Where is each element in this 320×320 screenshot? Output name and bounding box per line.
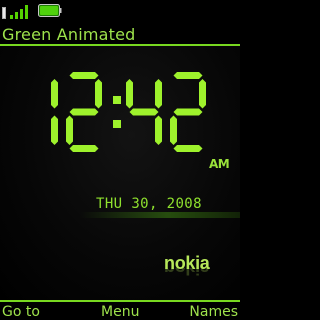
clock-segment-d bbox=[173, 145, 203, 152]
battery-icon bbox=[38, 4, 62, 17]
clock-digits bbox=[51, 72, 206, 152]
app-title: Green Animated bbox=[2, 25, 136, 44]
date-glow bbox=[80, 212, 240, 218]
goto-softkey[interactable]: Go to bbox=[2, 304, 40, 320]
digital-clock bbox=[22, 72, 212, 152]
signal-strength-icon bbox=[2, 5, 28, 19]
clock-segment-g bbox=[129, 108, 159, 116]
clock-segment-g bbox=[69, 108, 99, 116]
clock-segment-b bbox=[155, 79, 162, 109]
menu-softkey[interactable]: Menu bbox=[101, 304, 139, 320]
clock-segment-b bbox=[95, 79, 102, 109]
clock-segment-f bbox=[126, 79, 133, 109]
names-softkey[interactable]: Names bbox=[189, 304, 238, 320]
clock-colon-dot bbox=[113, 96, 121, 104]
am-pm-indicator: AM bbox=[209, 157, 230, 171]
title-bar: Green Animated bbox=[0, 24, 240, 46]
softkey-bar: Go to Menu Names bbox=[0, 300, 240, 320]
clock-segment-d bbox=[69, 145, 99, 152]
clock-segment-e bbox=[170, 115, 177, 145]
clock-segment-g bbox=[173, 108, 203, 116]
clock-segment-e bbox=[66, 115, 73, 145]
nokia-logo-reflection: nokia bbox=[164, 268, 210, 278]
date-label: THU 30, 2008 bbox=[96, 196, 202, 212]
clock-segment-a bbox=[173, 72, 203, 79]
clock-segment-a bbox=[69, 72, 99, 79]
softkey-divider bbox=[0, 300, 240, 302]
clock-colon-dot bbox=[113, 120, 121, 128]
clock-segment-b bbox=[199, 79, 206, 109]
clock-segment-c bbox=[51, 115, 58, 145]
clock-segment-b bbox=[51, 79, 58, 109]
clock-segment-c bbox=[155, 115, 162, 145]
status-bar bbox=[0, 0, 240, 22]
